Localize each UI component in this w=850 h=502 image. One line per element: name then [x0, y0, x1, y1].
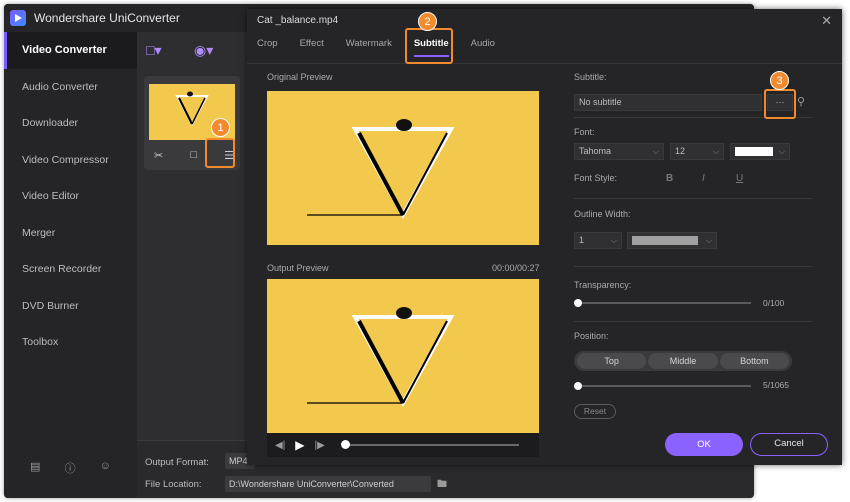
sidebar-footer: ▤ ⓘ ☺ — [4, 460, 137, 476]
close-icon[interactable]: ✕ — [821, 13, 832, 29]
font-family-select[interactable]: Tahoma ⌵ — [574, 143, 664, 160]
subtitle-select[interactable]: No subtitle — [574, 94, 762, 111]
position-middle-button[interactable]: Middle — [648, 353, 718, 369]
underline-button[interactable]: U — [736, 173, 743, 184]
sidebar-item-downloader[interactable]: Downloader — [4, 105, 137, 142]
app-logo-icon — [10, 10, 26, 26]
callout-badge-3: 3 — [770, 71, 789, 90]
font-size-select[interactable]: 12 ⌵ — [670, 143, 724, 160]
file-location-field[interactable]: D:\Wondershare UniConverter\Converted — [225, 476, 431, 492]
edit-dialog: Cat _balance.mp4 ✕ Crop Effect Watermark… — [247, 9, 842, 465]
add-file-icon[interactable]: □▾ — [146, 42, 161, 59]
cancel-button[interactable]: Cancel — [750, 433, 828, 456]
outline-color-swatch — [632, 236, 698, 245]
tab-audio[interactable]: Audio — [471, 37, 495, 57]
position-bottom-button[interactable]: Bottom — [719, 353, 789, 369]
font-family-value: Tahoma — [579, 146, 612, 156]
position-label: Position: — [574, 331, 609, 341]
position-top-button[interactable]: Top — [577, 353, 647, 369]
search-icon[interactable]: ⚲ — [797, 95, 805, 108]
transparency-handle[interactable] — [574, 299, 582, 307]
playback-handle[interactable] — [340, 440, 350, 449]
tab-effect[interactable]: Effect — [300, 37, 324, 57]
output-preview — [267, 279, 539, 433]
next-frame-icon[interactable]: |▶ — [315, 440, 325, 451]
trim-icon[interactable]: ✂ — [154, 149, 163, 162]
divider — [574, 266, 812, 267]
book-icon[interactable]: ▤ — [30, 460, 40, 476]
divider — [574, 198, 812, 199]
bold-button[interactable]: B — [666, 173, 673, 184]
sidebar: Video Converter Audio Converter Download… — [4, 32, 137, 498]
callout-highlight-1 — [205, 138, 235, 168]
sidebar-item-video-editor[interactable]: Video Editor — [4, 178, 137, 215]
callout-highlight-3 — [764, 89, 796, 119]
file-location-label: File Location: — [145, 479, 202, 490]
sidebar-item-video-converter[interactable]: Video Converter — [4, 32, 137, 69]
sidebar-item-toolbox[interactable]: Toolbox — [4, 324, 137, 361]
divider — [574, 321, 812, 322]
output-format-label: Output Format: — [145, 457, 209, 468]
font-size-value: 12 — [675, 146, 686, 156]
subtitle-label: Subtitle: — [574, 72, 607, 82]
chevron-down-icon: ⌵ — [610, 236, 617, 245]
italic-button[interactable]: I — [702, 173, 705, 184]
original-preview-label: Original Preview — [267, 72, 333, 82]
play-icon[interactable]: ▶ — [295, 438, 304, 452]
font-color-swatch — [735, 147, 773, 156]
callout-badge-1: 1 — [211, 118, 230, 137]
position-value: 5/1065 — [763, 380, 789, 390]
font-style-label: Font Style: — [574, 173, 618, 183]
account-icon[interactable]: ☺ — [100, 460, 111, 476]
chevron-down-icon: ⌵ — [778, 147, 785, 156]
position-slider[interactable] — [574, 382, 751, 390]
outline-width-select[interactable]: 1 ⌵ — [574, 232, 622, 249]
outline-color-select[interactable]: ⌵ — [627, 232, 717, 249]
dialog-title: Cat _balance.mp4 — [257, 15, 339, 26]
font-color-select[interactable]: ⌵ — [730, 143, 790, 160]
font-label: Font: — [574, 127, 595, 137]
app-title: Wondershare UniConverter — [34, 11, 180, 25]
reset-button[interactable]: Reset — [574, 404, 616, 419]
chevron-down-icon: ⌵ — [705, 236, 712, 245]
sidebar-item-merger[interactable]: Merger — [4, 215, 137, 252]
tabs-divider — [247, 63, 842, 64]
sidebar-item-screen-recorder[interactable]: Screen Recorder — [4, 251, 137, 288]
callout-highlight-2 — [405, 28, 453, 64]
tab-crop[interactable]: Crop — [257, 37, 278, 57]
sidebar-item-dvd-burner[interactable]: DVD Burner — [4, 288, 137, 325]
sidebar-item-audio-converter[interactable]: Audio Converter — [4, 69, 137, 106]
player-controls: ◀| ▶ |▶ — [267, 433, 539, 457]
sidebar-item-video-compressor[interactable]: Video Compressor — [4, 142, 137, 179]
help-icon[interactable]: ⓘ — [65, 460, 76, 476]
chevron-down-icon: ⌵ — [652, 147, 659, 156]
outline-width-label: Outline Width: — [574, 209, 631, 219]
playback-track[interactable] — [340, 440, 519, 449]
ok-button[interactable]: OK — [665, 433, 743, 456]
position-buttons: Top Middle Bottom — [574, 351, 792, 371]
tab-watermark[interactable]: Watermark — [346, 37, 392, 57]
transparency-value: 0/100 — [763, 298, 785, 308]
add-media-icon[interactable]: ◉▾ — [194, 42, 213, 59]
subtitle-value: No subtitle — [579, 97, 622, 107]
previous-frame-icon[interactable]: ◀| — [275, 440, 285, 451]
time-display: 00:00/00:27 — [492, 263, 540, 273]
folder-icon[interactable]: 🖿 — [437, 477, 447, 494]
chevron-down-icon: ⌵ — [712, 147, 719, 156]
dialog-tabs: Crop Effect Watermark Subtitle Audio — [257, 37, 517, 57]
original-preview — [267, 91, 539, 245]
crop-icon[interactable]: □ — [190, 149, 197, 162]
outline-width-value: 1 — [579, 235, 585, 245]
transparency-label: Transparency: — [574, 280, 632, 290]
output-preview-label: Output Preview — [267, 263, 329, 273]
transparency-slider[interactable] — [574, 299, 751, 307]
callout-badge-2: 2 — [418, 12, 437, 31]
position-handle[interactable] — [574, 382, 582, 390]
